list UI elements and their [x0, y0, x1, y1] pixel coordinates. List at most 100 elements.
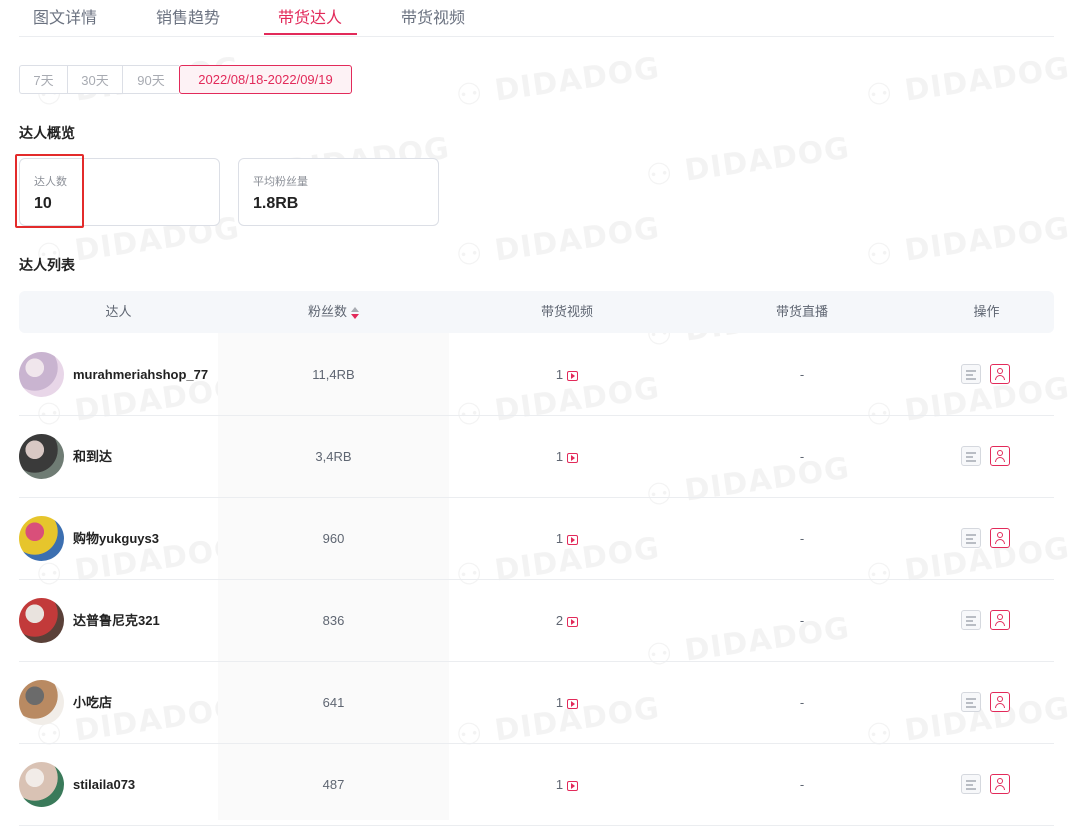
table-row: 和到达 3,4RB 1 -	[19, 416, 1054, 498]
column-header-fans[interactable]: 粉丝数	[218, 291, 449, 333]
overview-title: 达人概览	[19, 125, 75, 141]
profile-button[interactable]	[990, 528, 1010, 548]
tab-creators[interactable]: 带货达人	[278, 4, 342, 28]
user-icon	[997, 614, 1003, 620]
custom-date-range[interactable]: 2022/08/18-2022/09/19	[179, 65, 352, 94]
video-count: 1	[555, 367, 564, 382]
play-icon[interactable]	[567, 616, 579, 627]
tab-bar: 图文详情 销售趋势 带货达人 带货视频	[19, 0, 1054, 37]
live-count: -	[799, 367, 805, 382]
profile-button[interactable]	[990, 446, 1010, 466]
watermark: ⚇ DIDADOG	[864, 211, 1072, 274]
profile-button[interactable]	[990, 692, 1010, 712]
user-icon-body	[995, 457, 1005, 462]
avatar[interactable]	[19, 762, 64, 807]
avatar[interactable]	[19, 516, 64, 561]
watermark: ⚇ DIDADOG	[644, 131, 852, 194]
fans-count: 3,4RB	[315, 449, 352, 464]
profile-button[interactable]	[990, 610, 1010, 630]
detail-button[interactable]	[961, 446, 981, 466]
play-icon[interactable]	[567, 780, 579, 791]
video-count: 2	[555, 613, 564, 628]
creator-name[interactable]: 达普鲁尼克321	[73, 580, 160, 661]
table-row: 小吃店 641 1 -	[19, 662, 1054, 744]
detail-button[interactable]	[961, 774, 981, 794]
table-row: 达普鲁尼克321 836 2 -	[19, 580, 1054, 662]
list-title: 达人列表	[19, 257, 75, 273]
video-count-cell[interactable]: 1	[449, 334, 685, 415]
creator-name[interactable]: 购物yukguys3	[73, 498, 159, 579]
avatar[interactable]	[19, 352, 64, 397]
profile-button[interactable]	[990, 774, 1010, 794]
play-icon[interactable]	[567, 534, 579, 545]
fans-count: 641	[322, 695, 345, 710]
detail-button[interactable]	[961, 692, 981, 712]
video-count-cell[interactable]: 1	[449, 662, 685, 743]
watermark: ⚇ DIDADOG	[454, 211, 662, 274]
watermark: ⚇ DIDADOG	[454, 51, 662, 114]
play-icon[interactable]	[567, 698, 579, 709]
user-icon	[997, 778, 1003, 784]
live-count: -	[799, 613, 805, 628]
column-header-creator: 达人	[105, 304, 132, 319]
video-count-cell[interactable]: 1	[449, 744, 685, 825]
table-row: 购物yukguys3 960 1 -	[19, 498, 1054, 580]
avg-fans-value: 1.8RB	[253, 195, 299, 212]
user-icon-body	[995, 785, 1005, 790]
user-icon-body	[995, 621, 1005, 626]
fans-count: 960	[322, 531, 345, 546]
column-header-videos: 带货视频	[540, 304, 593, 319]
table-header: 达人 粉丝数 带货视频 带货直播 操作	[19, 291, 1054, 333]
detail-button[interactable]	[961, 364, 981, 384]
user-icon	[997, 532, 1003, 538]
avg-fans-card: 平均粉丝量 1.8RB	[238, 158, 439, 226]
column-header-fans-label: 粉丝数	[307, 304, 347, 319]
creator-name[interactable]: murahmeriahshop_77	[73, 334, 208, 415]
active-tab-indicator	[264, 33, 357, 35]
avatar[interactable]	[19, 598, 64, 643]
detail-button[interactable]	[961, 528, 981, 548]
video-count-cell[interactable]: 1	[449, 416, 685, 497]
play-icon[interactable]	[567, 452, 579, 463]
creator-name[interactable]: 小吃店	[73, 662, 112, 743]
date-range-selector: 7天 30天 90天 2022/08/18-2022/09/19	[19, 65, 352, 94]
table-row: murahmeriahshop_77 11,4RB 1 -	[19, 334, 1054, 416]
video-count-cell[interactable]: 2	[449, 580, 685, 661]
video-count: 1	[555, 449, 564, 464]
avg-fans-label: 平均粉丝量	[253, 176, 308, 188]
watermark: ⚇ DIDADOG	[864, 51, 1072, 114]
fans-count: 836	[322, 613, 345, 628]
avatar[interactable]	[19, 680, 64, 725]
video-count: 1	[555, 777, 564, 792]
column-header-live: 带货直播	[775, 304, 828, 319]
play-icon[interactable]	[567, 370, 579, 381]
tab-detail[interactable]: 图文详情	[33, 4, 97, 28]
video-count: 1	[555, 695, 564, 710]
video-count: 1	[555, 531, 564, 546]
live-count: -	[799, 777, 805, 792]
user-icon-body	[995, 703, 1005, 708]
user-icon	[997, 368, 1003, 374]
live-count: -	[799, 531, 805, 546]
video-count-cell[interactable]: 1	[449, 498, 685, 579]
user-icon	[997, 450, 1003, 456]
range-90d-button[interactable]: 90天	[122, 65, 179, 94]
detail-button[interactable]	[961, 610, 981, 630]
fans-count: 487	[322, 777, 345, 792]
column-header-actions: 操作	[973, 304, 1000, 319]
live-count: -	[799, 695, 805, 710]
table-row: stilaila073 487 1 -	[19, 744, 1054, 826]
profile-button[interactable]	[990, 364, 1010, 384]
fans-count: 11,4RB	[312, 367, 355, 382]
tab-sales-trend[interactable]: 销售趋势	[156, 4, 220, 28]
avatar[interactable]	[19, 434, 64, 479]
user-icon	[997, 696, 1003, 702]
range-7d-button[interactable]: 7天	[19, 65, 67, 94]
user-icon-body	[995, 539, 1005, 544]
live-count: -	[799, 449, 805, 464]
tab-videos[interactable]: 带货视频	[401, 4, 465, 28]
creator-name[interactable]: 和到达	[73, 416, 112, 497]
creator-name[interactable]: stilaila073	[73, 744, 135, 825]
sort-icon[interactable]	[351, 306, 359, 319]
range-30d-button[interactable]: 30天	[67, 65, 122, 94]
